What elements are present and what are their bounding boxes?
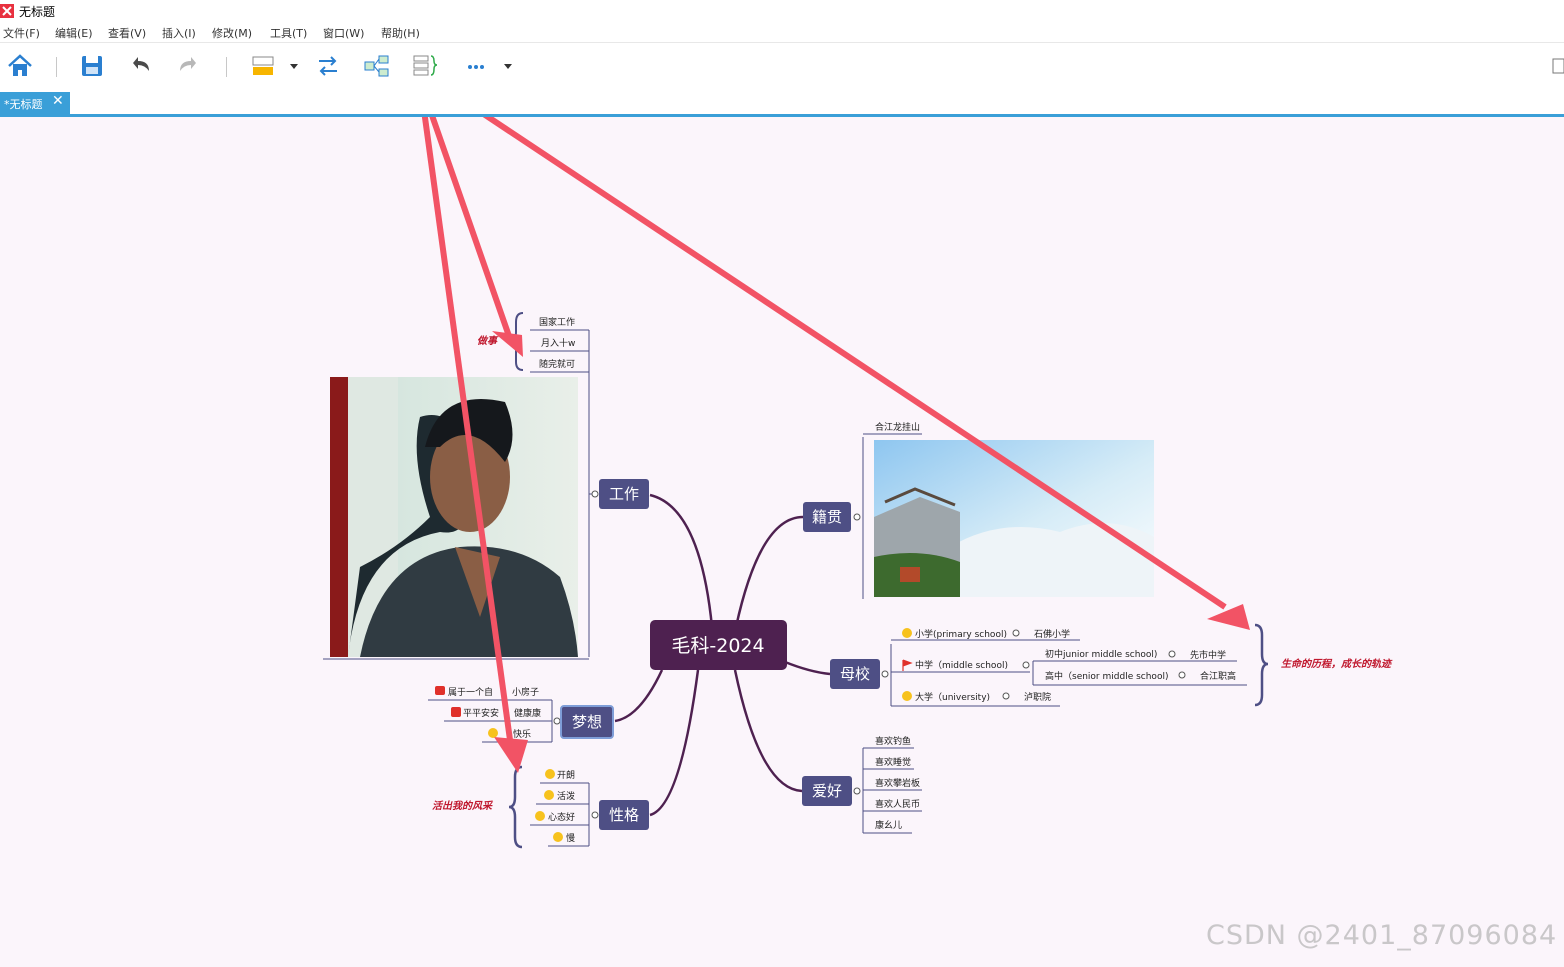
- school-university-value[interactable]: 泸职院: [1024, 691, 1051, 703]
- school-branch: 母校 小学(primary school) 石佛小学 中学（middle sch…: [830, 623, 1393, 707]
- relationship-icon[interactable]: [313, 51, 343, 81]
- central-topic[interactable]: 毛科-2024: [650, 620, 787, 670]
- menu-bar: 文件(F) 编辑(E) 查看(V) 插入(I) 修改(M) 工具(T) 窗口(W…: [0, 22, 1564, 43]
- summary-icon[interactable]: [410, 51, 440, 81]
- work-summary[interactable]: 做事: [477, 335, 499, 347]
- topic-work[interactable]: 工作: [599, 479, 649, 509]
- toolbar: [0, 43, 1564, 90]
- personality-item-4[interactable]: 慢: [566, 832, 575, 844]
- school-primary-label[interactable]: 小学(primary school): [915, 628, 1007, 640]
- topic-hobby-label: 爱好: [812, 782, 842, 800]
- hobby-item-2[interactable]: 喜欢睡觉: [875, 756, 911, 768]
- window-title: 无标题: [19, 5, 56, 19]
- school-university-label[interactable]: 大学（university): [915, 691, 990, 703]
- toolbar-divider: [56, 57, 57, 77]
- chevron-down-icon[interactable]: [501, 51, 515, 81]
- flag-icon: [902, 659, 913, 671]
- personality-item-2[interactable]: 活泼: [557, 790, 575, 802]
- dream-item-2[interactable]: 小房子: [512, 686, 539, 698]
- hobby-branch: 爱好 喜欢钓鱼 喜欢睡觉 喜欢攀岩板 喜欢人民币 康幺儿: [802, 735, 922, 834]
- work-branch: 国家工作 月入十w 随完就可 做事 工作: [323, 312, 649, 660]
- school-middle-label[interactable]: 中学（middle school): [915, 659, 1008, 671]
- menu-edit[interactable]: 编辑(E): [55, 25, 93, 41]
- tab-label: *无标题: [4, 98, 43, 111]
- school-senior-value[interactable]: 合江职高: [1200, 670, 1236, 682]
- watermark: CSDN @2401_87096084: [1206, 920, 1558, 951]
- priority-icon: [451, 707, 461, 717]
- personality-summary[interactable]: 活出我的风采: [432, 800, 494, 812]
- title-bar: 无标题: [0, 0, 1564, 22]
- personality-branch: 开朗 活泼 心态好 慢 活出我的风采 性格: [432, 765, 649, 849]
- menu-file[interactable]: 文件(F): [3, 25, 40, 41]
- topic-school[interactable]: 母校: [830, 659, 880, 689]
- close-icon[interactable]: ✕: [52, 93, 64, 109]
- school-junior-label[interactable]: 初中junior middle school): [1045, 648, 1157, 660]
- smiley-icon: [545, 769, 555, 779]
- topic-origin-label: 籍贯: [812, 508, 842, 526]
- menu-window[interactable]: 窗口(W): [323, 25, 364, 41]
- portrait-photo: [330, 377, 578, 657]
- work-item-2[interactable]: 月入十w: [541, 337, 575, 349]
- mindmap-canvas[interactable]: 国家工作 月入十w 随完就可 做事 工作 籍贯 合江龙挂山 母校 小学(prim…: [0, 117, 1564, 967]
- hobby-item-5[interactable]: 康幺儿: [875, 819, 902, 831]
- topic-dream[interactable]: 梦想: [560, 705, 614, 739]
- menu-tools[interactable]: 工具(T): [270, 25, 307, 41]
- home-icon[interactable]: [5, 51, 35, 81]
- more-icon[interactable]: [461, 51, 491, 81]
- dream-item-4[interactable]: 健康康: [514, 707, 541, 719]
- menu-modify[interactable]: 修改(M): [212, 25, 252, 41]
- topic-personality-label: 性格: [609, 806, 639, 824]
- school-primary-value[interactable]: 石佛小学: [1034, 628, 1070, 640]
- school-junior-value[interactable]: 先市中学: [1190, 649, 1226, 661]
- topic-work-label: 工作: [609, 485, 639, 503]
- save-icon[interactable]: [77, 51, 107, 81]
- menu-help[interactable]: 帮助(H): [381, 25, 420, 41]
- smile-icon: [535, 811, 545, 821]
- dream-branch: 属于一个自 小房子 平平安安 健康康 快乐 梦想: [428, 686, 614, 743]
- tab-untitled[interactable]: *无标题 ✕: [0, 92, 70, 114]
- topic-personality[interactable]: 性格: [599, 800, 649, 830]
- menu-view[interactable]: 查看(V): [108, 25, 146, 41]
- redo-icon[interactable]: [174, 51, 204, 81]
- emoji-icon: [488, 728, 498, 738]
- topic-style-icon[interactable]: [249, 51, 279, 81]
- dream-item-5[interactable]: 快乐: [513, 728, 531, 740]
- work-subtopics: 国家工作 月入十w 随完就可 做事: [477, 312, 590, 373]
- topic-school-label: 母校: [840, 665, 870, 683]
- structure-icon[interactable]: [362, 51, 392, 81]
- wink-icon: [544, 790, 554, 800]
- personality-item-3[interactable]: 心态好: [548, 811, 575, 823]
- hobby-item-4[interactable]: 喜欢人民币: [875, 798, 920, 810]
- school-summary[interactable]: 生命的历程，成长的轨迹: [1281, 658, 1393, 670]
- personality-item-1[interactable]: 开朗: [557, 769, 575, 781]
- smiley-icon: [902, 628, 912, 638]
- hobby-item-3[interactable]: 喜欢攀岩板: [875, 777, 920, 789]
- work-item-3[interactable]: 随完就可: [539, 358, 575, 370]
- grin-icon: [902, 691, 912, 701]
- dream-item-3[interactable]: 平平安安: [463, 707, 499, 719]
- origin-place[interactable]: 合江龙挂山: [875, 421, 920, 433]
- sleepy-icon: [553, 832, 563, 842]
- tab-bar: *无标题 ✕: [0, 90, 1564, 117]
- central-topic-label: 毛科-2024: [671, 635, 764, 657]
- work-item-1[interactable]: 国家工作: [539, 316, 575, 328]
- hobby-item-1[interactable]: 喜欢钓鱼: [875, 735, 911, 747]
- toolbar-divider: [226, 57, 227, 77]
- dream-item-1[interactable]: 属于一个自: [448, 686, 493, 698]
- school-senior-label[interactable]: 高中（senior middle school): [1045, 670, 1168, 682]
- menu-insert[interactable]: 插入(I): [162, 25, 196, 41]
- topic-dream-label: 梦想: [572, 713, 602, 731]
- topic-origin[interactable]: 籍贯: [803, 502, 851, 532]
- heart-icon: [435, 686, 445, 695]
- topic-hobby[interactable]: 爱好: [802, 776, 852, 806]
- panel-toggle-icon[interactable]: [1546, 51, 1564, 81]
- chevron-down-icon[interactable]: [287, 51, 301, 81]
- xmind-logo-icon: [0, 4, 14, 18]
- undo-icon[interactable]: [125, 51, 155, 81]
- origin-branch: 籍贯 合江龙挂山: [803, 421, 1154, 599]
